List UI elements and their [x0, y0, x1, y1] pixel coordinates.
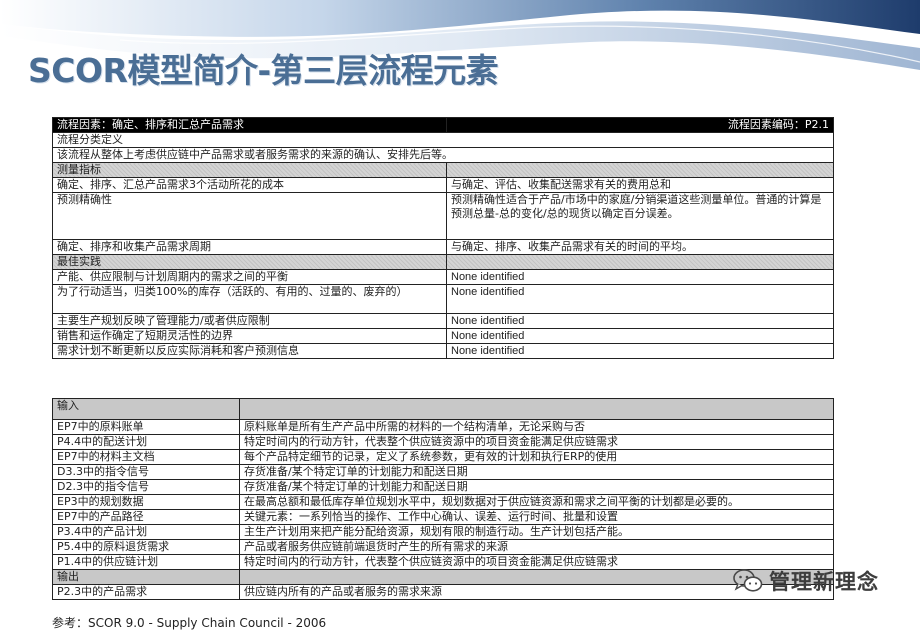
input-source: P4.4中的配送计划	[52, 434, 240, 450]
input-desc: 主生产计划用来把产能分配给资源，规划有限的制造行动。生产计划包括产能。	[239, 524, 834, 540]
watermark: 管理新理念	[733, 566, 879, 596]
input-source: D2.3中的指令信号	[52, 479, 240, 495]
metric-row: 预测精确性 预测精确性适合于产品/市场中的家庭/分销渠道这些测量单位。普通的计算…	[52, 192, 834, 240]
input-row: EP7中的原料账单 原料账单是所有生产产品中所需的材料的一个结构清单，无论采购与否	[52, 419, 834, 435]
watermark-text: 管理新理念	[769, 570, 879, 594]
practice-row: 产能、供应限制与计划周期内的需求之间的平衡 None identified	[52, 269, 834, 285]
input-source: EP7中的材料主文档	[52, 449, 240, 465]
input-source: EP7中的原料账单	[52, 419, 240, 435]
practice-name: 为了行动适当，归类100%的库存（活跃的、有用的、过量的、废弃的）	[52, 284, 447, 314]
page-title: SCOR模型简介-第三层流程元素	[28, 51, 499, 90]
metric-desc: 与确定、排序、收集产品需求有关的时间的平均。	[446, 239, 834, 255]
section-row: 最佳实践	[52, 254, 834, 270]
practice-note: None identified	[446, 328, 834, 344]
practice-note: None identified	[446, 269, 834, 285]
input-desc: 关键元素：一系列恰当的操作、工作中心确认、误差、运行时间、批量和设置	[239, 509, 834, 525]
output-label: 输出	[52, 569, 240, 585]
input-row: D2.3中的指令信号 存货准备/某个特定订单的计划能力和配送日期	[52, 479, 834, 495]
input-label: 输入	[52, 398, 240, 420]
definition-label: 流程分类定义	[52, 132, 834, 148]
metric-name: 确定、排序和收集产品需求周期	[52, 239, 447, 255]
input-row: P5.4中的原料退货需求 产品或者服务供应链前端退货时产生的所有需求的来源	[52, 539, 834, 555]
input-desc: 特定时间内的行动方针，代表整个供应链资源中的项目资金能满足供应链需求	[239, 434, 834, 450]
definition-text: 该流程从整体上考虑供应链中产品需求或者服务需求的来源的确认、安排先后等。	[52, 147, 834, 163]
input-source: P5.4中的原料退货需求	[52, 539, 240, 555]
wechat-icon	[733, 569, 763, 592]
input-row: P1.4中的供应链计划 特定时间内的行动方针，代表整个供应链资源中的项目资金能满足…	[52, 554, 834, 570]
metric-desc: 与确定、评估、收集配送需求有关的费用总和	[446, 177, 834, 193]
input-desc: 存货准备/某个特定订单的计划能力和配送日期	[239, 464, 834, 480]
metric-name: 确定、排序、汇总产品需求3个活动所花的成本	[52, 177, 447, 193]
table-header-row: 流程因素：确定、排序和汇总产品需求 流程因素编码：P2.1	[52, 117, 834, 133]
input-source: P1.4中的供应链计划	[52, 554, 240, 570]
input-row: EP7中的材料主文档 每个产品特定细节的记录，定义了系统参数，更有效的计划和执行E…	[52, 449, 834, 465]
input-source: P3.4中的产品计划	[52, 524, 240, 540]
section-row: 输出	[52, 569, 834, 585]
input-source: EP7中的产品路径	[52, 509, 240, 525]
process-code: 流程因素编码：P2.1	[446, 117, 834, 133]
input-output-table: 输入 EP7中的原料账单 原料账单是所有生产产品中所需的材料的一个结构清单，无论采…	[52, 398, 834, 600]
input-desc: 存货准备/某个特定订单的计划能力和配送日期	[239, 479, 834, 495]
output-row: P2.3中的产品需求 供应链内所有的产品或者服务的需求来源	[52, 584, 834, 600]
footnote: 参考：SCOR 9.0 - Supply Chain Council - 200…	[52, 616, 327, 630]
input-desc: 原料账单是所有生产产品中所需的材料的一个结构清单，无论采购与否	[239, 419, 834, 435]
metric-desc: 预测精确性适合于产品/市场中的家庭/分销渠道这些测量单位。普通的计算是预测总量-…	[446, 192, 834, 240]
metric-name: 预测精确性	[52, 192, 447, 240]
output-target: P2.3中的产品需求	[52, 584, 240, 600]
practice-name: 主要生产规划反映了管理能力/或者供应限制	[52, 313, 447, 329]
definition-row: 该流程从整体上考虑供应链中产品需求或者服务需求的来源的确认、安排先后等。	[52, 147, 834, 163]
best-practice-label: 最佳实践	[52, 254, 447, 270]
input-desc: 产品或者服务供应链前端退货时产生的所有需求的来源	[239, 539, 834, 555]
practice-note: None identified	[446, 313, 834, 329]
practice-row: 主要生产规划反映了管理能力/或者供应限制 None identified	[52, 313, 834, 329]
input-desc: 每个产品特定细节的记录，定义了系统参数，更有效的计划和执行ERP的使用	[239, 449, 834, 465]
practice-note: None identified	[446, 343, 834, 359]
metrics-label: 测量指标	[52, 162, 447, 178]
practice-row: 销售和运作确定了短期灵活性的边界 None identified	[52, 328, 834, 344]
input-row: EP7中的产品路径 关键元素：一系列恰当的操作、工作中心确认、误差、运行时间、批量…	[52, 509, 834, 525]
section-fill	[239, 398, 834, 420]
section-row: 测量指标	[52, 162, 834, 178]
process-element-table: 流程因素：确定、排序和汇总产品需求 流程因素编码：P2.1 流程分类定义 该流程…	[52, 117, 834, 359]
practice-row: 为了行动适当，归类100%的库存（活跃的、有用的、过量的、废弃的） None i…	[52, 284, 834, 314]
section-row: 流程分类定义	[52, 132, 834, 148]
input-row: EP3中的规划数据 在最高总额和最低库存单位规划水平中，规划数据对于供应链资源和需…	[52, 494, 834, 510]
section-fill	[446, 162, 834, 178]
practice-name: 需求计划不断更新以反应实际消耗和客户预测信息	[52, 343, 447, 359]
section-row: 输入	[52, 398, 834, 420]
process-name: 流程因素：确定、排序和汇总产品需求	[52, 117, 447, 133]
input-source: EP3中的规划数据	[52, 494, 240, 510]
input-row: P4.4中的配送计划 特定时间内的行动方针，代表整个供应链资源中的项目资金能满足供…	[52, 434, 834, 450]
input-row: D3.3中的指令信号 存货准备/某个特定订单的计划能力和配送日期	[52, 464, 834, 480]
practice-name: 产能、供应限制与计划周期内的需求之间的平衡	[52, 269, 447, 285]
practice-name: 销售和运作确定了短期灵活性的边界	[52, 328, 447, 344]
input-source: D3.3中的指令信号	[52, 464, 240, 480]
input-row: P3.4中的产品计划 主生产计划用来把产能分配给资源，规划有限的制造行动。生产计划…	[52, 524, 834, 540]
section-fill	[446, 254, 834, 270]
input-desc: 在最高总额和最低库存单位规划水平中，规划数据对于供应链资源和需求之间平衡的计划都…	[239, 494, 834, 510]
metric-row: 确定、排序、汇总产品需求3个活动所花的成本 与确定、评估、收集配送需求有关的费用…	[52, 177, 834, 193]
practice-row: 需求计划不断更新以反应实际消耗和客户预测信息 None identified	[52, 343, 834, 359]
practice-note: None identified	[446, 284, 834, 314]
metric-row: 确定、排序和收集产品需求周期 与确定、排序、收集产品需求有关的时间的平均。	[52, 239, 834, 255]
